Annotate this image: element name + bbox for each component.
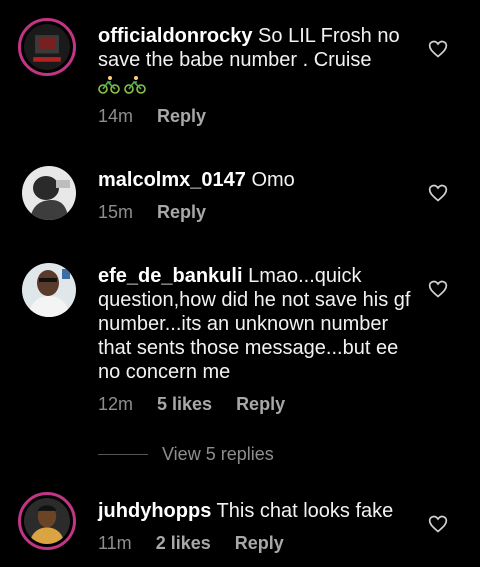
avatar-officialdonrocky[interactable] bbox=[18, 18, 76, 76]
comment-time: 15m bbox=[98, 202, 134, 222]
avatar-juhdyhopps[interactable] bbox=[18, 492, 76, 550]
avatar-image bbox=[24, 24, 70, 70]
like-heart-icon[interactable] bbox=[428, 514, 448, 534]
comment-text: juhdyhopps This chat looks fake bbox=[98, 499, 416, 523]
likes-count[interactable]: 5 likes bbox=[157, 394, 212, 415]
comment-text: efe_de_bankuli Lmao...quick question,how… bbox=[98, 264, 416, 384]
view-replies-label: View 5 replies bbox=[162, 444, 274, 464]
comment-username[interactable]: officialdonrocky bbox=[98, 25, 252, 47]
comment-body: This chat looks fake bbox=[216, 500, 394, 522]
like-heart-icon[interactable] bbox=[428, 279, 448, 299]
comment-username[interactable]: efe_de_bankuli bbox=[98, 265, 243, 287]
reply-button[interactable]: Reply bbox=[235, 533, 284, 554]
view-replies-button[interactable]: View 5 replies bbox=[98, 444, 274, 465]
bicycle-emoji-icon bbox=[98, 75, 120, 94]
avatar-image bbox=[22, 263, 76, 317]
emoji-row bbox=[98, 75, 146, 95]
bicycle-emoji-icon bbox=[124, 75, 146, 94]
comment-text: malcolmx_0147 Omo bbox=[98, 168, 416, 192]
comment-meta: 14m Reply bbox=[98, 106, 206, 127]
avatar-malcolmx_0147[interactable] bbox=[22, 166, 76, 220]
replies-divider bbox=[98, 454, 148, 455]
comment-username[interactable]: malcolmx_0147 bbox=[98, 169, 246, 191]
comment-meta: 12m 5 likes Reply bbox=[98, 394, 285, 415]
likes-count[interactable]: 2 likes bbox=[156, 533, 211, 554]
like-heart-icon[interactable] bbox=[428, 39, 448, 59]
comment-time: 14m bbox=[98, 106, 134, 126]
avatar-efe_de_bankuli[interactable] bbox=[22, 263, 76, 317]
avatar-image bbox=[22, 166, 76, 220]
comment-username[interactable]: juhdyhopps bbox=[98, 500, 211, 522]
comment-time: 11m bbox=[98, 533, 132, 553]
reply-button[interactable]: Reply bbox=[157, 106, 206, 127]
reply-button[interactable]: Reply bbox=[236, 394, 285, 415]
comment-body: Omo bbox=[251, 169, 295, 191]
comment-meta: 11m 2 likes Reply bbox=[98, 533, 284, 554]
comment-time: 12m bbox=[98, 394, 134, 414]
like-heart-icon[interactable] bbox=[428, 183, 448, 203]
avatar-image bbox=[24, 498, 70, 544]
comment-text: officialdonrocky So LIL Frosh no save th… bbox=[98, 24, 416, 96]
comment-meta: 15m Reply bbox=[98, 202, 206, 223]
reply-button[interactable]: Reply bbox=[157, 202, 206, 223]
